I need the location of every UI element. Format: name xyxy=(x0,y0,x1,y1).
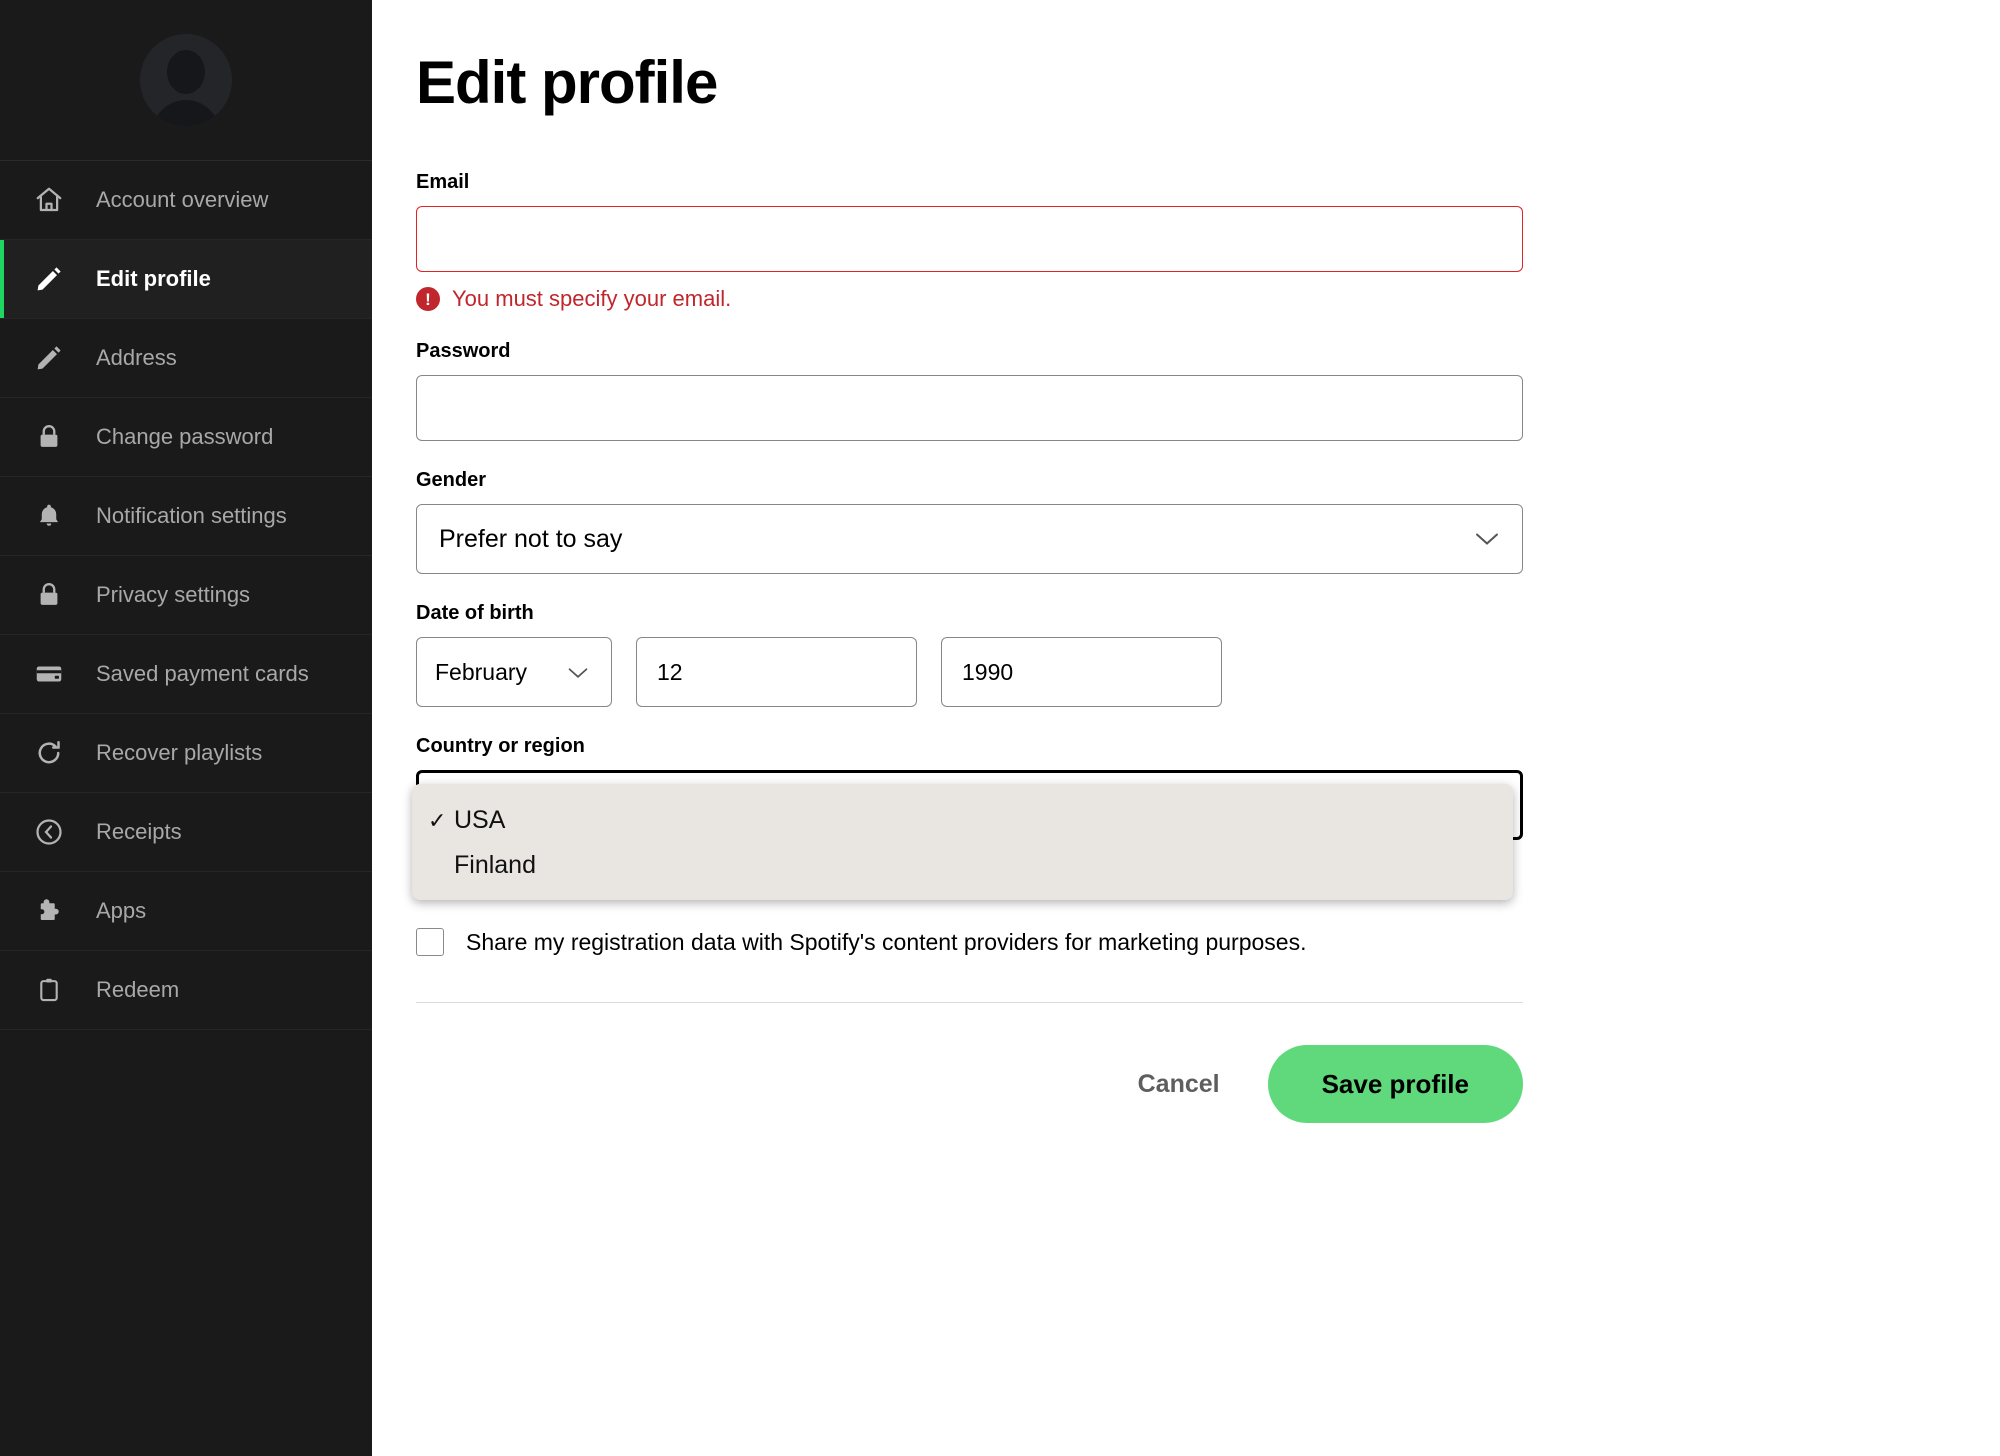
main-content: Edit profile Email ! You must specify yo… xyxy=(372,0,2000,1456)
password-input[interactable] xyxy=(416,375,1523,441)
footer-divider xyxy=(416,1002,1523,1003)
email-field-group: Email ! You must specify your email. xyxy=(416,171,1938,312)
marketing-checkbox[interactable] xyxy=(416,928,444,956)
dob-row: February xyxy=(416,637,1938,707)
pencil-icon xyxy=(32,341,66,375)
country-dropdown-panel: ✓ USA Finland xyxy=(412,784,1513,900)
sidebar-item-label: Receipts xyxy=(96,819,182,844)
dob-label: Date of birth xyxy=(416,602,534,624)
gender-select[interactable]: Prefer not to say xyxy=(416,504,1523,574)
sidebar: Account overview Edit profile Address Ch… xyxy=(0,0,372,1456)
sidebar-item-label: Privacy settings xyxy=(96,582,251,607)
pencil-icon xyxy=(32,262,66,296)
save-profile-button[interactable]: Save profile xyxy=(1267,1045,1523,1123)
gender-field-group: Gender Prefer not to say xyxy=(416,469,1938,574)
gender-label: Gender xyxy=(416,469,487,491)
page-title: Edit profile xyxy=(416,49,718,116)
country-option-usa[interactable]: ✓ USA xyxy=(412,798,1513,843)
sidebar-item-recover-playlists[interactable]: Recover playlists xyxy=(0,714,372,793)
country-field-group: Country or region USA ✓ USA xyxy=(412,735,1938,900)
avatar-body-shape xyxy=(152,100,220,126)
chevron-down-icon xyxy=(1474,525,1500,554)
avatar-head-shape xyxy=(167,50,205,94)
credit-card-icon xyxy=(32,657,66,691)
sidebar-item-label: Edit profile xyxy=(96,266,211,291)
sidebar-item-label: Notification settings xyxy=(96,503,287,528)
clock-back-icon xyxy=(32,815,66,849)
marketing-consent-row: Share my registration data with Spotify'… xyxy=(416,928,1938,956)
home-icon xyxy=(32,183,66,217)
country-option-label: Finland xyxy=(454,851,536,879)
email-input[interactable] xyxy=(416,206,1523,272)
edit-profile-page: Account overview Edit profile Address Ch… xyxy=(0,0,2000,1456)
sidebar-item-label: Address xyxy=(96,345,177,370)
password-field-group: Password xyxy=(416,340,1938,441)
sidebar-item-address[interactable]: Address xyxy=(0,319,372,398)
password-label: Password xyxy=(416,340,511,362)
sidebar-item-change-password[interactable]: Change password xyxy=(0,398,372,477)
chevron-down-icon xyxy=(567,659,593,686)
gender-selected-value: Prefer not to say xyxy=(439,524,623,553)
check-icon: ✓ xyxy=(428,807,447,833)
country-option-finland[interactable]: Finland xyxy=(412,843,1513,888)
puzzle-piece-icon xyxy=(32,894,66,928)
sidebar-item-redeem[interactable]: Redeem xyxy=(0,951,372,1030)
country-option-label: USA xyxy=(454,806,506,834)
sidebar-item-label: Recover playlists xyxy=(96,740,263,765)
sidebar-item-account-overview[interactable]: Account overview xyxy=(0,161,372,240)
sidebar-item-edit-profile[interactable]: Edit profile xyxy=(0,240,372,319)
dob-field-group: Date of birth February xyxy=(416,602,1938,707)
sidebar-item-label: Change password xyxy=(96,424,274,449)
email-label: Email xyxy=(416,171,470,193)
sidebar-item-receipts[interactable]: Receipts xyxy=(0,793,372,872)
sidebar-item-label: Apps xyxy=(96,898,147,923)
sidebar-item-apps[interactable]: Apps xyxy=(0,872,372,951)
cancel-button[interactable]: Cancel xyxy=(1130,1058,1228,1111)
dob-month-value: February xyxy=(435,658,528,685)
sidebar-item-label: Saved payment cards xyxy=(96,661,309,686)
bell-icon xyxy=(32,499,66,533)
sidebar-item-privacy-settings[interactable]: Privacy settings xyxy=(0,556,372,635)
sidebar-item-label: Redeem xyxy=(96,977,180,1002)
avatar-block xyxy=(0,0,372,161)
country-select-wrapper: USA ✓ USA Finland xyxy=(412,770,1938,900)
sidebar-item-notification-settings[interactable]: Notification settings xyxy=(0,477,372,556)
marketing-checkbox-label: Share my registration data with Spotify'… xyxy=(466,928,1307,955)
dob-month-select[interactable]: February xyxy=(416,637,612,707)
email-error: ! You must specify your email. xyxy=(416,286,1938,312)
lock-icon xyxy=(32,420,66,454)
form-footer: Cancel Save profile xyxy=(416,1045,1523,1123)
dob-day-input[interactable] xyxy=(636,637,917,707)
sidebar-nav: Account overview Edit profile Address Ch… xyxy=(0,161,372,1030)
sidebar-item-saved-payment-cards[interactable]: Saved payment cards xyxy=(0,635,372,714)
dob-year-input[interactable] xyxy=(941,637,1222,707)
clipboard-icon xyxy=(32,973,66,1007)
sidebar-item-label: Account overview xyxy=(96,187,269,212)
email-error-text: You must specify your email. xyxy=(452,286,732,311)
avatar xyxy=(140,34,232,126)
lock-icon xyxy=(32,578,66,612)
refresh-icon xyxy=(32,736,66,770)
error-icon: ! xyxy=(416,287,440,311)
country-label: Country or region xyxy=(416,735,585,757)
